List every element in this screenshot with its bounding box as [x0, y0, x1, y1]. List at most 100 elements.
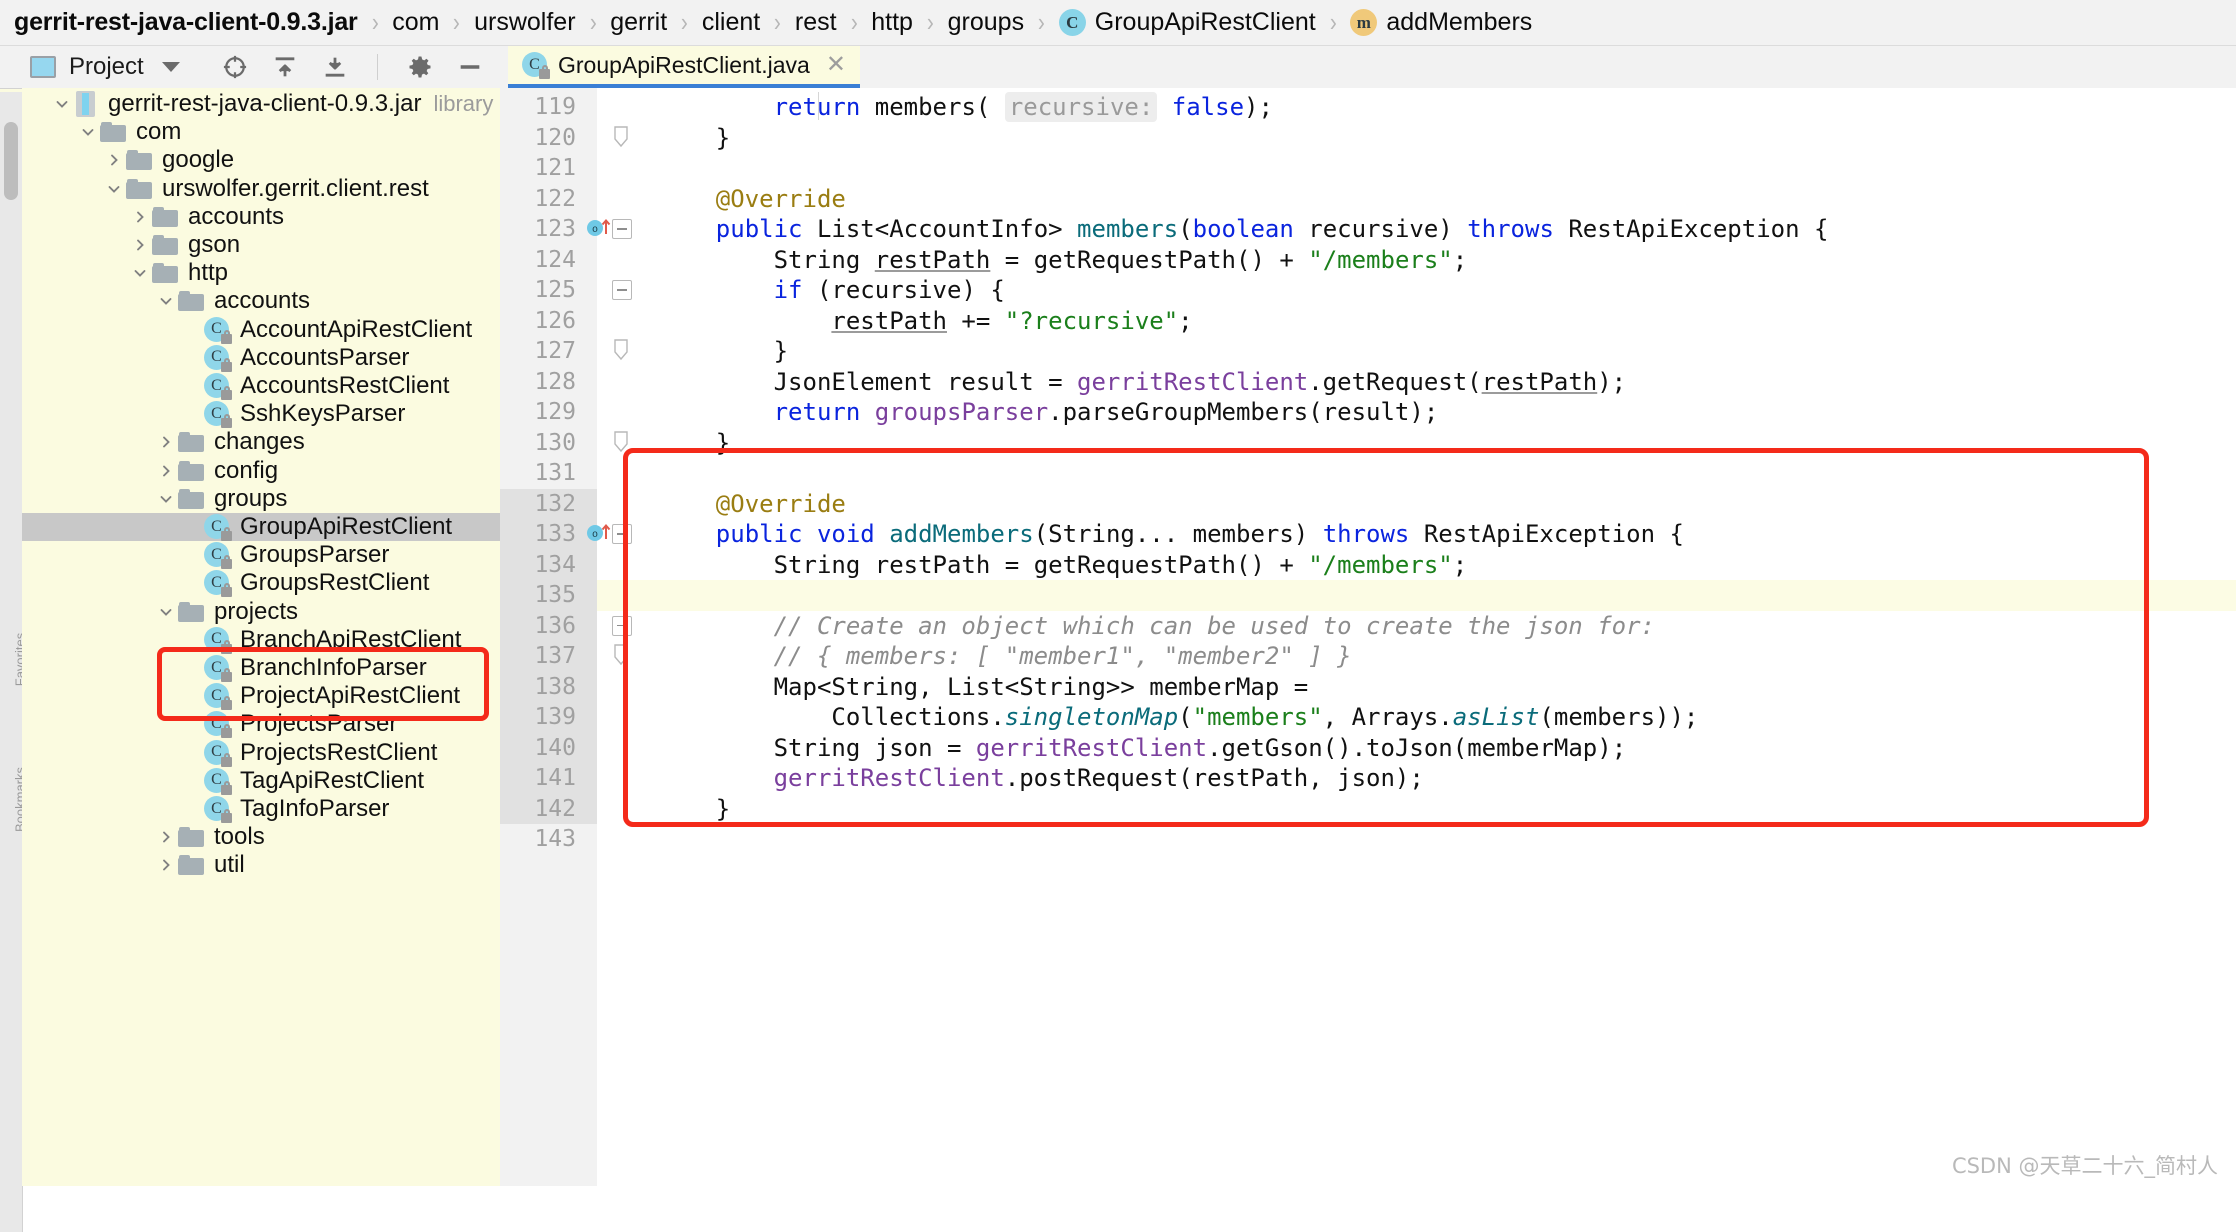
tree-node-projectsrestclient[interactable]: C ProjectsRestClient — [22, 739, 500, 767]
fold-collapse-icon[interactable] — [612, 280, 632, 300]
breadcrumb-item-http[interactable]: http — [871, 8, 913, 37]
line-number: 137 — [534, 643, 576, 669]
code-text: } — [658, 794, 731, 823]
breadcrumb-item-gerrit[interactable]: gerrit — [610, 8, 667, 37]
line-number: 127 — [534, 338, 576, 364]
code-line-120: 120 } — [500, 122, 2236, 153]
tree-node-changes[interactable]: changes — [22, 428, 500, 456]
tree-node-urswolfer-gerrit-client-rest[interactable]: urswolfer.gerrit.client.rest — [22, 175, 500, 203]
breadcrumb-item-jar[interactable]: gerrit-rest-java-client-0.9.3.jar — [14, 8, 358, 37]
tree-node-branchinfoparser[interactable]: C BranchInfoParser — [22, 654, 500, 682]
breadcrumb-item-groups[interactable]: groups — [948, 8, 1024, 37]
line-number: 124 — [534, 246, 576, 273]
chevron-right-icon[interactable] — [128, 233, 152, 257]
folder-icon — [126, 178, 152, 199]
hide-icon[interactable] — [456, 53, 484, 81]
tree-node-groupsparser[interactable]: C GroupsParser — [22, 541, 500, 570]
chevron-right-icon[interactable] — [102, 148, 126, 172]
tree-node-accounts[interactable]: accounts — [22, 287, 500, 315]
fold-end-icon[interactable] — [612, 338, 630, 362]
tree-node-http[interactable]: http — [22, 259, 500, 287]
tree-node-projectapirestclient[interactable]: C ProjectApiRestClient — [22, 682, 500, 711]
chevron-down-icon[interactable] — [128, 261, 152, 285]
fold-collapse-icon[interactable] — [612, 615, 632, 636]
tool-window-scrollbar[interactable] — [4, 122, 18, 200]
tree-node-projects[interactable]: projects — [22, 598, 500, 626]
chevron-down-icon[interactable] — [50, 92, 74, 116]
fold-end-icon[interactable] — [612, 643, 630, 667]
chevron-right-icon[interactable] — [154, 459, 178, 483]
project-tree[interactable]: gerrit-rest-java-client-0.9.3.jar library… — [22, 88, 500, 1186]
folder-icon — [178, 460, 204, 481]
tree-node-gson[interactable]: gson — [22, 231, 500, 259]
tree-node-tools[interactable]: tools — [22, 823, 500, 851]
breadcrumb-label: client — [701, 8, 761, 36]
tree-node-groups[interactable]: groups — [22, 485, 500, 513]
chevron-down-icon[interactable] — [154, 600, 178, 624]
collapse-all-icon[interactable] — [321, 53, 349, 81]
class-icon: C — [204, 401, 232, 429]
line-number: 135 — [534, 582, 576, 608]
tree-node-com[interactable]: com — [22, 118, 500, 146]
tree-node-accountapirestclient[interactable]: C AccountApiRestClient — [22, 316, 500, 344]
breadcrumb-item-client[interactable]: client — [702, 8, 760, 37]
tree-node-tagapirestclient[interactable]: C TagApiRestClient — [22, 767, 500, 795]
project-icon — [30, 56, 56, 78]
fold-collapse-icon[interactable] — [612, 524, 632, 544]
tree-node-taginfoparser[interactable]: C TagInfoParser — [22, 795, 500, 823]
tree-node-util[interactable]: util — [22, 851, 500, 879]
class-icon: C — [1058, 9, 1086, 36]
folder-icon — [178, 488, 204, 509]
tree-node-accountsparser[interactable]: C AccountsParser — [22, 344, 500, 372]
chevron-right-icon[interactable] — [154, 430, 178, 454]
chevron-right-icon[interactable] — [154, 853, 178, 877]
tree-node-suffix: library root — [433, 91, 500, 116]
tree-node-sshkeysparser[interactable]: C SshKeysParser — [22, 400, 500, 429]
tree-node-label: groups — [214, 484, 288, 512]
class-icon: C — [522, 52, 550, 79]
breadcrumb-item-rest[interactable]: rest — [795, 8, 837, 37]
locate-icon[interactable] — [221, 53, 249, 81]
tree-node-branchapirestclient[interactable]: C BranchApiRestClient — [22, 626, 500, 654]
gear-icon[interactable] — [406, 53, 434, 81]
tree-node-accounts[interactable]: accounts — [22, 203, 500, 231]
breadcrumb-item-com[interactable]: com — [392, 8, 439, 37]
chevron-down-icon[interactable] — [161, 62, 180, 72]
fold-end-icon[interactable] — [612, 125, 630, 149]
chevron-down-icon[interactable] — [102, 177, 126, 201]
breadcrumb-separator: › — [1037, 7, 1045, 37]
code-canvas[interactable]: 119 return members( recursive: false); 12… — [500, 88, 2236, 1186]
chevron-down-icon[interactable] — [76, 120, 100, 144]
chevron-right-icon[interactable] — [154, 825, 178, 849]
folder-icon — [152, 263, 178, 284]
breadcrumb-item-method[interactable]: m addMembers — [1350, 8, 1532, 37]
tree-node-label: GroupsRestClient — [240, 569, 430, 597]
breadcrumb-item-urswolfer[interactable]: urswolfer — [474, 8, 575, 37]
indent-guide — [818, 92, 819, 120]
fold-end-icon[interactable] — [612, 430, 630, 454]
tree-node-groupsrestclient[interactable]: C GroupsRestClient — [22, 569, 500, 598]
tree-node-config[interactable]: config — [22, 457, 500, 485]
expand-all-icon[interactable] — [271, 53, 299, 81]
editor-tab-GroupApiRestClient[interactable]: C GroupApiRestClient.java ✕ — [508, 46, 860, 88]
class-icon: C — [204, 344, 232, 372]
folder-icon — [152, 206, 178, 227]
close-icon[interactable]: ✕ — [826, 53, 846, 77]
line-number: 143 — [534, 826, 576, 852]
tree-node-google[interactable]: google — [22, 146, 500, 174]
chevron-down-icon[interactable] — [154, 487, 178, 511]
tree-node-projectsparser[interactable]: C ProjectsParser — [22, 710, 500, 739]
chevron-right-icon[interactable] — [128, 205, 152, 229]
project-tool-window: Project Favorites Bookmarks gerrit-rest-… — [0, 46, 500, 1232]
code-line-130: 130 } — [500, 427, 2236, 458]
tree-node-accountsrestclient[interactable]: C AccountsRestClient — [22, 372, 500, 400]
fold-collapse-icon[interactable] — [612, 219, 632, 239]
tree-node-label: http — [188, 259, 229, 287]
tree-node-gerrit-rest-java-client-0-9-3-jar[interactable]: gerrit-rest-java-client-0.9.3.jar library… — [22, 90, 500, 118]
tree-node-groupapirestclient[interactable]: C GroupApiRestClient — [22, 513, 500, 541]
code-line-134: 134 String restPath = getRequestPath() +… — [500, 549, 2236, 580]
chevron-down-icon[interactable] — [154, 289, 178, 313]
breadcrumb-item-class[interactable]: C GroupApiRestClient — [1058, 8, 1316, 37]
